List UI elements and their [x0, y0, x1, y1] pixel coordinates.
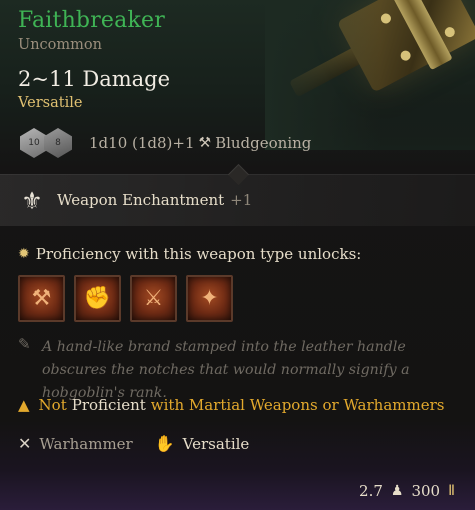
enchantment-label: Weapon Enchantment — [57, 191, 225, 209]
item-rarity: Uncommon — [18, 37, 102, 53]
enchantment-icon: ⚜ — [21, 187, 43, 215]
weapon-action-icon[interactable]: ✦ — [186, 275, 233, 322]
weapon-action-icon[interactable]: ✊ — [74, 275, 121, 322]
weapon-action-icon[interactable]: ⚒ — [18, 275, 65, 322]
hand-icon: ✋ — [154, 434, 175, 453]
quill-icon: ✎ — [18, 335, 31, 353]
warning-not: Not — [38, 396, 67, 414]
tag-label: Versatile — [182, 434, 250, 453]
crossed-weapons-icon: ✕ — [18, 434, 32, 453]
tag-label: Warhammer — [39, 434, 133, 453]
weapon-action-icon[interactable]: ⚔ — [130, 275, 177, 322]
item-weight: 2.7 — [359, 482, 383, 500]
gold-icon: Ⅱ — [448, 483, 455, 499]
enchantment-bonus: +1 — [230, 191, 253, 209]
damage-range: 2~11 Damage — [18, 67, 171, 91]
item-tooltip: Faithbreaker Uncommon 2~11 Damage Versat… — [0, 0, 475, 510]
weight-icon: ♟ — [390, 483, 404, 499]
proficiency-heading-row: ✹ Proficiency with this weapon type unlo… — [18, 245, 361, 263]
warning-icon: ▲ — [18, 396, 30, 414]
warning-proficient[interactable]: Proficient — [72, 396, 146, 414]
weapon-tags: ✕ Warhammer ✋ Versatile — [18, 434, 271, 453]
item-footer: 2.7 ♟ 300 Ⅱ — [359, 482, 455, 500]
damage-formula: 1d10 (1d8)+1 — [89, 134, 195, 152]
proficiency-warning: ▲ Not Proficient with Martial Weapons or… — [18, 396, 444, 414]
d8-icon: 8 — [44, 128, 72, 158]
weapon-enchantment-row[interactable]: ⚜ Weapon Enchantment +1 — [0, 174, 475, 226]
dice-icon: 10 8 — [20, 125, 82, 161]
weapon-actions: ⚒ ✊ ⚔ ✦ — [18, 275, 233, 322]
item-name: Faithbreaker — [18, 8, 165, 33]
damage-type: Bludgeoning — [215, 134, 312, 152]
tag-versatile[interactable]: ✋ Versatile — [155, 434, 250, 453]
damage-dice-row: 10 8 1d10 (1d8)+1 ⚒ Bludgeoning — [20, 125, 311, 161]
proficiency-heading: Proficiency with this weapon type unlock… — [35, 245, 362, 263]
item-description: A hand-like brand stamped into the leath… — [42, 339, 410, 401]
item-value: 300 — [411, 482, 441, 500]
warning-rest: with Martial Weapons or Warhammers — [150, 396, 445, 414]
d10-icon: 10 — [20, 128, 48, 158]
weapon-property: Versatile — [18, 95, 83, 111]
hammer-icon: ⚒ — [198, 135, 212, 151]
proficiency-icon: ✹ — [18, 246, 30, 262]
tag-warhammer[interactable]: ✕ Warhammer — [18, 434, 133, 453]
